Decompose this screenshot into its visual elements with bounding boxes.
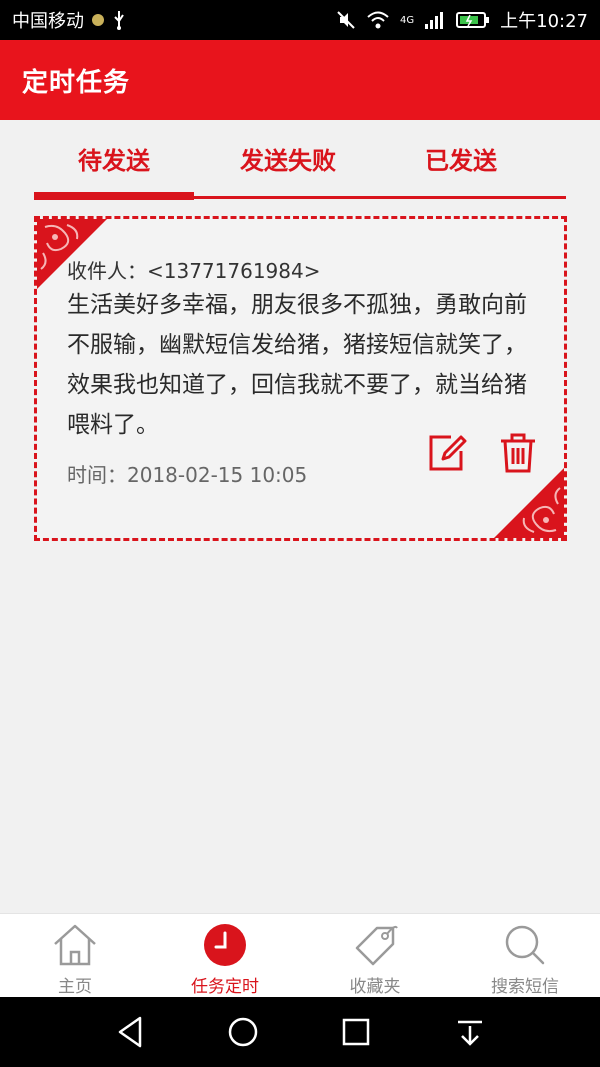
search-icon bbox=[505, 925, 545, 965]
tab-active-indicator bbox=[34, 192, 194, 200]
edit-button[interactable] bbox=[425, 431, 467, 475]
status-time: 上午10:27 bbox=[500, 11, 588, 32]
task-tabs: 待发送 发送失败 已发送 bbox=[34, 140, 566, 200]
status-carrier-group: 中国移动 bbox=[12, 7, 126, 33]
battery-icon bbox=[456, 12, 490, 28]
time-label: 时间： bbox=[67, 463, 127, 487]
network-type: 4G bbox=[400, 14, 415, 26]
nav-home[interactable]: 主页 bbox=[0, 914, 150, 998]
tab-pending[interactable]: 待发送 bbox=[34, 140, 194, 196]
time-value: 2018-02-15 10:05 bbox=[127, 463, 308, 487]
scheduled-task-card[interactable]: 收件人：<13771761984> 生活美好多幸福，朋友很多不孤独，勇敢向前不服… bbox=[34, 216, 567, 541]
page-title: 定时任务 bbox=[22, 67, 131, 98]
message-text: 生活美好多幸福，朋友很多不孤独，勇敢向前不服输，幽默短信发给猪，猪接短信就笑了，… bbox=[67, 292, 527, 438]
signal-icon bbox=[425, 12, 444, 29]
system-navigation-bar bbox=[0, 997, 600, 1067]
notification-dot-icon bbox=[92, 14, 104, 26]
tab-sent[interactable]: 已发送 bbox=[381, 140, 541, 196]
corner-ornament-icon bbox=[494, 468, 564, 538]
clock-icon bbox=[204, 924, 246, 966]
tag-icon bbox=[355, 925, 398, 966]
usb-icon bbox=[114, 11, 124, 30]
nav-favorites-label: 收藏夹 bbox=[349, 977, 401, 997]
nav-search-sms-label: 搜索短信 bbox=[491, 977, 559, 997]
edit-icon bbox=[429, 435, 467, 471]
nav-search-sms[interactable]: 搜索短信 bbox=[450, 914, 600, 998]
notification-pulldown-icon[interactable] bbox=[450, 1012, 490, 1052]
nav-scheduled-tasks[interactable]: 任务定时 bbox=[150, 914, 300, 998]
nav-home-label: 主页 bbox=[58, 977, 92, 997]
mute-icon bbox=[337, 11, 355, 29]
home-circle-icon[interactable] bbox=[223, 1012, 263, 1052]
recipient-label: 收件人： bbox=[67, 259, 147, 283]
recipient-line: 收件人：<13771761984> bbox=[67, 255, 321, 284]
status-bar: 中国移动 4G 上午10:27 bbox=[0, 0, 600, 40]
trash-icon bbox=[501, 433, 535, 473]
delete-button[interactable] bbox=[497, 431, 539, 475]
recipient-number: <13771761984> bbox=[147, 259, 321, 283]
app-header: 定时任务 bbox=[0, 40, 600, 120]
back-icon[interactable] bbox=[110, 1012, 150, 1052]
carrier-name: 中国移动 bbox=[12, 11, 84, 32]
bottom-navigation: 主页 任务定时 收藏夹 搜索短信 bbox=[0, 913, 600, 997]
recent-apps-icon[interactable] bbox=[336, 1012, 376, 1052]
nav-scheduled-tasks-label: 任务定时 bbox=[191, 977, 259, 997]
tab-failed[interactable]: 发送失败 bbox=[208, 140, 368, 196]
nav-favorites[interactable]: 收藏夹 bbox=[300, 914, 450, 998]
status-right-group: 4G 上午10:27 bbox=[336, 7, 588, 33]
home-icon bbox=[54, 924, 96, 966]
schedule-time-line: 时间：2018-02-15 10:05 bbox=[67, 459, 307, 488]
wifi-icon bbox=[367, 11, 389, 29]
